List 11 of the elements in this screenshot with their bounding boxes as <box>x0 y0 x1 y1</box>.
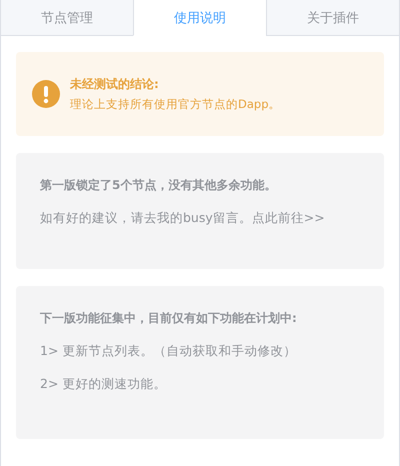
alert-title: 未经测试的结论: <box>70 76 160 93</box>
card-heading: 第一版锁定了5个节点，没有其他多余功能。 <box>40 177 278 194</box>
tab[interactable]: 节点管理 <box>1 0 133 36</box>
card-text: 如有好的建议，请去我的busy留言。点此前往>> <box>40 210 326 227</box>
tab[interactable]: 关于插件 <box>266 0 399 36</box>
link[interactable]: 点此前往>> <box>252 210 325 225</box>
card-text: 2> 更好的测速功能。 <box>40 376 168 393</box>
warning-icon <box>32 80 60 108</box>
alert-message: 理论上支持所有使用官方节点的Dapp。 <box>70 97 281 112</box>
card-heading: 下一版功能征集中，目前仅有如下功能在计划中: <box>40 310 298 327</box>
card-text: 1> 更新节点列表。（自动获取和手动修改） <box>40 343 298 360</box>
